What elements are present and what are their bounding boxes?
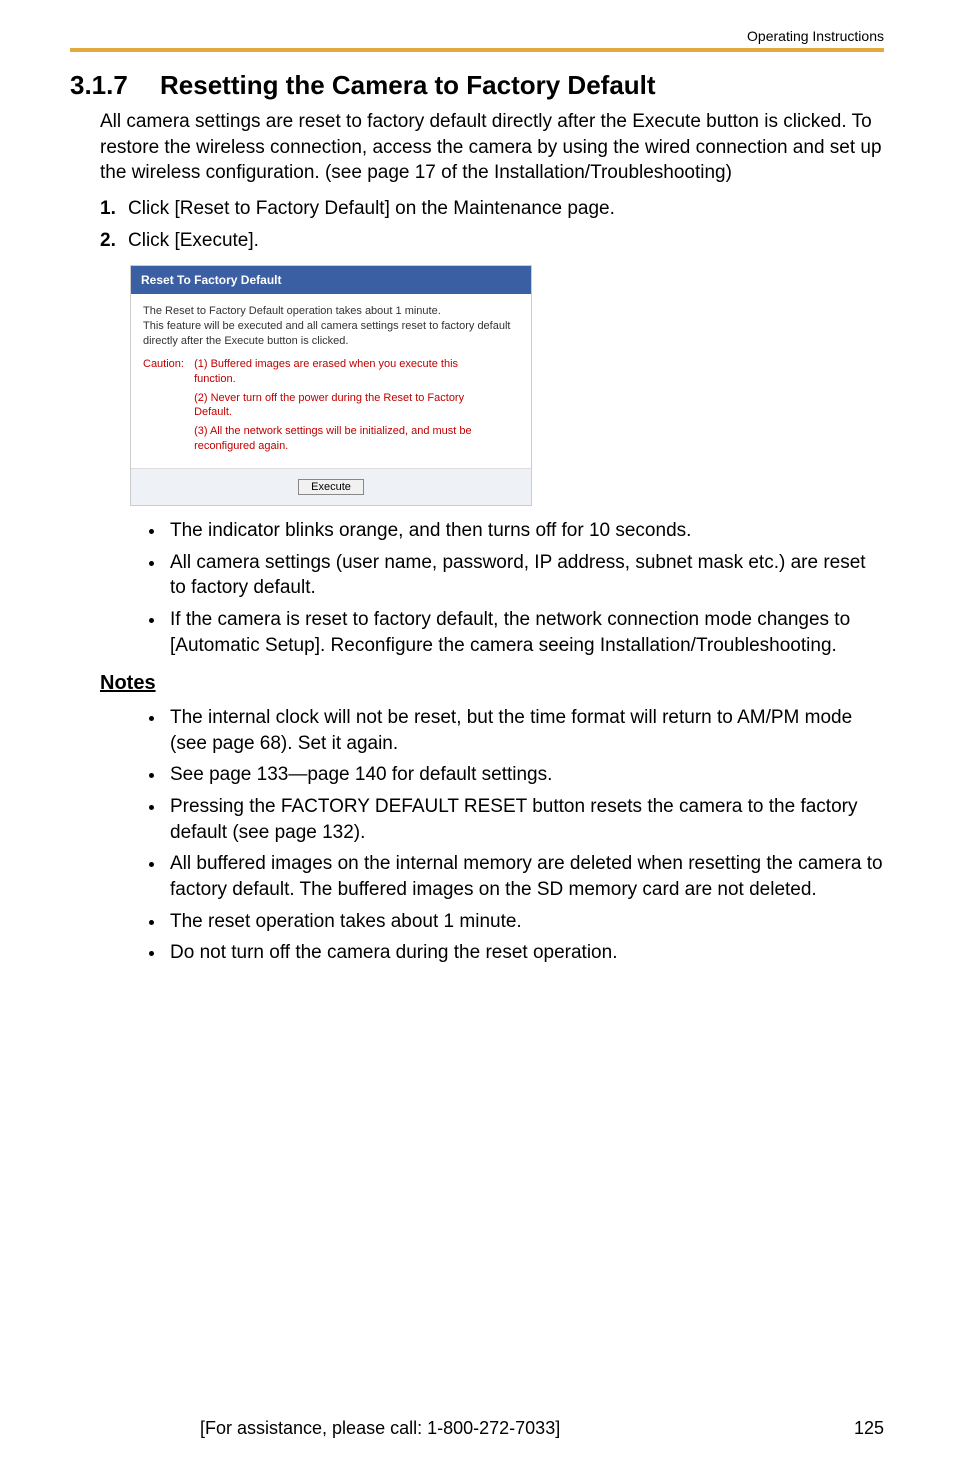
list-item: Do not turn off the camera during the re… [166, 940, 884, 966]
dialog-footer: Execute [131, 468, 531, 505]
list-item: All buffered images on the internal memo… [166, 851, 884, 902]
dialog-paragraph: The Reset to Factory Default operation t… [143, 304, 519, 349]
caution-item: (1) Buffered images are erased when you … [194, 357, 494, 387]
notes-list: The internal clock will not be reset, bu… [166, 705, 884, 966]
list-item: The indicator blinks orange, and then tu… [166, 518, 884, 544]
caution-items: (1) Buffered images are erased when you … [194, 357, 494, 458]
header-rule [70, 48, 884, 52]
notes-heading: Notes [100, 672, 884, 695]
list-item: See page 133—page 140 for default settin… [166, 762, 884, 788]
dialog-caution: Caution: (1) Buffered images are erased … [143, 357, 519, 458]
reset-dialog-screenshot: Reset To Factory Default The Reset to Fa… [130, 265, 532, 506]
step-item: 1.Click [Reset to Factory Default] on th… [100, 196, 884, 222]
execute-button[interactable]: Execute [298, 479, 364, 495]
caution-label: Caution: [143, 357, 191, 372]
footer-page-number: 125 [854, 1418, 884, 1439]
caution-item: (3) All the network settings will be ini… [194, 424, 494, 454]
step-text: Click [Reset to Factory Default] on the … [128, 198, 615, 219]
list-item: If the camera is reset to factory defaul… [166, 607, 884, 658]
section-number: 3.1.7 [70, 70, 160, 101]
post-exec-bullets: The indicator blinks orange, and then tu… [166, 518, 884, 658]
dialog-body: The Reset to Factory Default operation t… [131, 294, 531, 468]
list-item: Pressing the FACTORY DEFAULT RESET butto… [166, 794, 884, 845]
dialog-title: Reset To Factory Default [131, 266, 531, 294]
running-header: Operating Instructions [70, 28, 884, 44]
list-item: All camera settings (user name, password… [166, 550, 884, 601]
list-item: The internal clock will not be reset, bu… [166, 705, 884, 756]
page-footer: [For assistance, please call: 1-800-272-… [70, 1418, 884, 1439]
footer-assist: [For assistance, please call: 1-800-272-… [200, 1418, 560, 1439]
section-heading-text: Resetting the Camera to Factory Default [160, 70, 656, 100]
intro-paragraph: All camera settings are reset to factory… [100, 109, 884, 186]
step-text: Click [Execute]. [128, 230, 259, 251]
step-number: 2. [100, 228, 128, 254]
steps-list: 1.Click [Reset to Factory Default] on th… [100, 196, 884, 253]
section-title: 3.1.7Resetting the Camera to Factory Def… [70, 70, 884, 101]
step-item: 2.Click [Execute]. [100, 228, 884, 254]
list-item: The reset operation takes about 1 minute… [166, 909, 884, 935]
caution-item: (2) Never turn off the power during the … [194, 391, 494, 421]
step-number: 1. [100, 196, 128, 222]
